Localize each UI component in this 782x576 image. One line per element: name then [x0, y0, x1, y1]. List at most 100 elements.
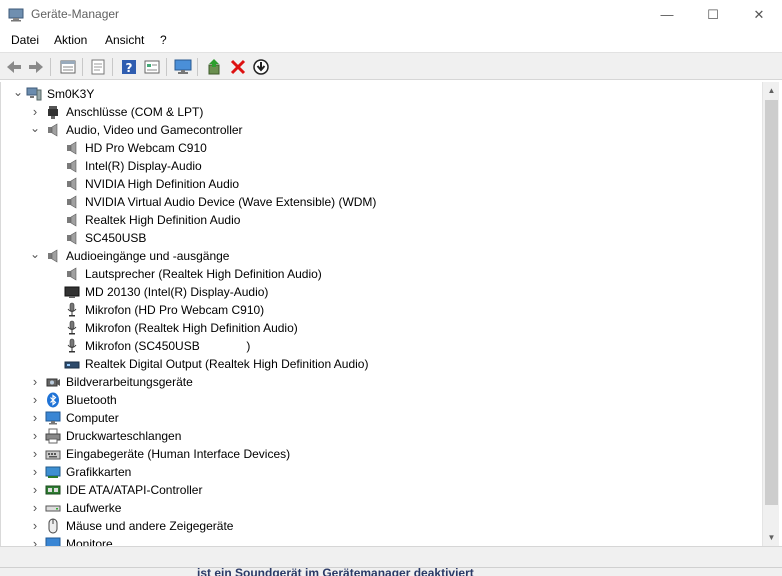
forward-icon[interactable] [26, 57, 46, 77]
collapse-chevron-icon[interactable]: ⌄ [13, 86, 23, 99]
back-icon[interactable] [4, 57, 24, 77]
menu-help[interactable]: ? [160, 33, 167, 47]
expand-chevron-icon[interactable]: › [30, 537, 40, 546]
collapse-chevron-icon[interactable]: ⌄ [30, 248, 40, 261]
monitor-scan-icon[interactable] [173, 57, 193, 77]
tree-device[interactable]: MD 20130 (Intel(R) Display-Audio) [1, 283, 761, 301]
details-icon[interactable] [142, 57, 162, 77]
computer-icon [26, 86, 42, 102]
tree-category[interactable]: › Anschlüsse (COM & LPT) [1, 103, 761, 121]
device-manager-icon [8, 8, 24, 22]
tree-item-label: Bildverarbeitungsgeräte [66, 375, 193, 389]
speaker-icon [64, 176, 80, 192]
download-icon[interactable] [251, 57, 271, 77]
show-hidden-icon[interactable] [88, 57, 108, 77]
toolbar: ? [0, 52, 782, 80]
digital-output-icon [64, 356, 80, 372]
speaker-icon [64, 194, 80, 210]
update-driver-icon[interactable] [205, 57, 225, 77]
svg-text:?: ? [126, 61, 133, 75]
tree-device[interactable]: Mikrofon (HD Pro Webcam C910) [1, 301, 761, 319]
status-overlay-text: ist ein Soundgerät im Gerätemanager deak… [197, 566, 474, 576]
menu-datei[interactable]: Datei [11, 33, 39, 47]
tree-device[interactable]: NVIDIA Virtual Audio Device (Wave Extens… [1, 193, 761, 211]
speaker-icon [45, 122, 61, 138]
tree-device[interactable]: SC450USB [1, 229, 761, 247]
tree-category[interactable]: › Laufwerke [1, 499, 761, 517]
graphics-card-icon [45, 464, 61, 480]
menu-ansicht[interactable]: Ansicht [105, 33, 144, 47]
tree-item-label: Mäuse und andere Zeigegeräte [66, 519, 234, 533]
tree-category[interactable]: › Mäuse und andere Zeigegeräte [1, 517, 761, 535]
tree-device[interactable]: HD Pro Webcam C910 [1, 139, 761, 157]
expand-chevron-icon[interactable]: › [30, 447, 40, 460]
properties-view-icon[interactable] [58, 57, 78, 77]
bluetooth-icon [45, 392, 61, 408]
tree-root[interactable]: ⌄ Sm0K3Y [1, 85, 761, 103]
tree-item-label: Bluetooth [66, 393, 117, 407]
menu-aktion[interactable]: Aktion [54, 33, 87, 47]
expand-chevron-icon[interactable]: › [30, 429, 40, 442]
tree-device[interactable]: NVIDIA High Definition Audio [1, 175, 761, 193]
device-tree[interactable]: ⌄ Sm0K3Y › Anschlüsse (COM & LPT) ⌄ Audio, Vi… [0, 82, 762, 546]
tree-item-label: Mikrofon (SC450USB ) [85, 339, 251, 353]
toolbar-separator [50, 58, 51, 76]
scroll-down-button[interactable]: ▼ [763, 529, 780, 546]
uninstall-icon[interactable] [228, 57, 248, 77]
expand-chevron-icon[interactable]: › [30, 483, 40, 496]
tree-device[interactable]: Intel(R) Display-Audio [1, 157, 761, 175]
expand-chevron-icon[interactable]: › [30, 501, 40, 514]
tree-category[interactable]: ⌄ Audio, Video und Gamecontroller [1, 121, 761, 139]
scroll-thumb[interactable] [765, 100, 778, 505]
toolbar-separator [166, 58, 167, 76]
tree-category[interactable]: › Monitore [1, 535, 761, 546]
toolbar-separator [112, 58, 113, 76]
tree-item-label: Mikrofon (Realtek High Definition Audio) [85, 321, 298, 335]
tree-item-label: Sm0K3Y [47, 87, 95, 101]
minimize-button[interactable]: — [644, 0, 690, 30]
tree-item-label: Audioeingänge und -ausgänge [66, 249, 230, 263]
hid-icon [45, 446, 61, 462]
close-button[interactable]: ✕ [736, 0, 782, 30]
tree-category[interactable]: › Druckwarteschlangen [1, 427, 761, 445]
tree-item-label: Computer [66, 411, 119, 425]
tree-item-label: Monitore [66, 537, 113, 546]
tree-category[interactable]: › IDE ATA/ATAPI-Controller [1, 481, 761, 499]
expand-chevron-icon[interactable]: › [30, 465, 40, 478]
tree-item-label: IDE ATA/ATAPI-Controller [66, 483, 203, 497]
tree-device[interactable]: Mikrofon (Realtek High Definition Audio) [1, 319, 761, 337]
speaker-icon [64, 212, 80, 228]
drive-icon [45, 500, 61, 516]
tree-device[interactable]: Lautsprecher (Realtek High Definition Au… [1, 265, 761, 283]
window-title: Geräte-Manager [31, 7, 120, 21]
speaker-icon [64, 140, 80, 156]
tree-item-label: HD Pro Webcam C910 [85, 141, 207, 155]
tree-device[interactable]: Realtek Digital Output (Realtek High Def… [1, 355, 761, 373]
expand-chevron-icon[interactable]: › [30, 411, 40, 424]
expand-chevron-icon[interactable]: › [30, 375, 40, 388]
tree-item-label: Laufwerke [66, 501, 122, 515]
collapse-chevron-icon[interactable]: ⌄ [30, 122, 40, 135]
port-icon [45, 104, 61, 120]
tree-category[interactable]: › Bluetooth [1, 391, 761, 409]
expand-chevron-icon[interactable]: › [30, 519, 40, 532]
tree-category[interactable]: › Bildverarbeitungsgeräte [1, 373, 761, 391]
tree-category[interactable]: ⌄ Audioeingänge und -ausgänge [1, 247, 761, 265]
tree-category[interactable]: › Grafikkarten [1, 463, 761, 481]
scroll-up-button[interactable]: ▲ [763, 82, 780, 99]
tree-category[interactable]: › Eingabegeräte (Human Interface Devices) [1, 445, 761, 463]
status-bar: ist ein Soundgerät im Gerätemanager deak… [0, 546, 782, 576]
vertical-scrollbar[interactable]: ▲ ▼ [762, 82, 779, 546]
expand-chevron-icon[interactable]: › [30, 105, 40, 118]
tree-device[interactable]: Realtek High Definition Audio [1, 211, 761, 229]
microphone-icon [64, 302, 80, 318]
tree-category[interactable]: › Computer [1, 409, 761, 427]
help-icon[interactable]: ? [119, 57, 139, 77]
speaker-icon [64, 266, 80, 282]
toolbar-separator [197, 58, 198, 76]
tree-device[interactable]: Mikrofon (SC450USB ) [1, 337, 761, 355]
maximize-button[interactable]: ☐ [690, 0, 736, 30]
expand-chevron-icon[interactable]: › [30, 393, 40, 406]
tree-item-label: Grafikkarten [66, 465, 132, 479]
speaker-icon [64, 158, 80, 174]
